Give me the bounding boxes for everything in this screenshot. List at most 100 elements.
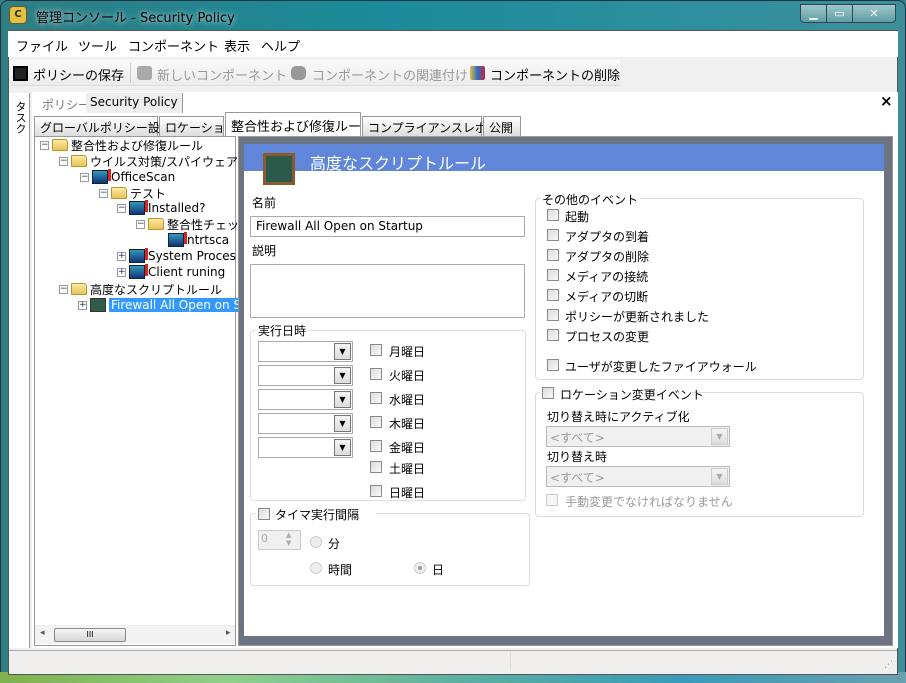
timer-checkbox[interactable] <box>258 508 270 520</box>
save-icon <box>13 66 28 81</box>
event-process-change-checkbox[interactable] <box>547 329 559 341</box>
event-policy-updated-checkbox[interactable] <box>547 309 559 321</box>
activate-select-value: <すべて> <box>550 431 605 445</box>
menu-component[interactable]: コンポーネント <box>128 36 219 55</box>
switch-select[interactable]: <すべて> ▼ <box>546 466 730 487</box>
event-adapter-arrival-checkbox[interactable] <box>547 229 559 241</box>
resize-grip-icon[interactable]: ⋰ <box>884 660 893 670</box>
new-component-button[interactable]: 新しいコンポーネント <box>157 65 287 84</box>
scroll-right-arrow[interactable]: ▸ <box>226 628 231 638</box>
friday-label: 金曜日 <box>389 441 426 455</box>
tab-global-policy[interactable]: グローバルポリシー設定 <box>34 116 172 136</box>
description-input[interactable] <box>250 264 525 318</box>
event-label: アダプタの到着 <box>565 230 650 244</box>
manual-change-checkbox[interactable] <box>546 494 558 506</box>
menu-file[interactable]: ファイル <box>16 36 68 55</box>
collapse-toggle[interactable]: − <box>136 219 145 229</box>
chevron-down-icon: ▼ <box>334 391 351 408</box>
other-events-label: その他のイベント <box>540 191 641 208</box>
event-startup-checkbox[interactable] <box>547 209 559 221</box>
schedule-time-select[interactable]: ▼ <box>258 365 353 386</box>
location-change-checkbox[interactable] <box>542 387 554 399</box>
expand-toggle[interactable]: + <box>78 300 87 310</box>
friday-checkbox[interactable] <box>370 440 382 452</box>
collapse-toggle[interactable]: − <box>99 188 108 198</box>
name-input[interactable]: Firewall All Open on Startup <box>250 216 525 237</box>
tree-node[interactable]: − Installed? <box>117 200 206 216</box>
tree-node[interactable]: − 高度なスクリプトルール <box>59 281 222 297</box>
maximize-button[interactable]: ▭ <box>826 4 853 23</box>
unit-minutes-radio[interactable] <box>310 536 322 548</box>
tree-node[interactable]: − 整合性および修復ルール <box>40 137 203 153</box>
tree-node[interactable]: + System Proces <box>117 248 236 264</box>
tree-node[interactable]: + Client runing <box>117 264 225 280</box>
event-user-firewall-checkbox[interactable] <box>547 359 559 371</box>
event-media-disconnect-checkbox[interactable] <box>547 289 559 301</box>
save-policy-button[interactable]: ポリシーの保存 <box>33 65 124 84</box>
policy-tab-security-policy[interactable]: Security Policy <box>86 93 183 113</box>
tab-compliance-report[interactable]: コンプライアンスレポート <box>362 116 511 136</box>
schedule-time-select[interactable]: ▼ <box>258 341 353 362</box>
collapse-toggle[interactable]: − <box>117 203 126 213</box>
unit-hours-radio[interactable] <box>310 562 322 574</box>
tree-node-selected[interactable]: + Firewall All Open on St <box>78 297 248 313</box>
scroll-thumb[interactable]: III <box>54 628 126 642</box>
collapse-toggle[interactable]: − <box>59 156 68 166</box>
minimize-button[interactable]: ▁ <box>800 4 827 23</box>
collapse-toggle[interactable]: − <box>80 172 89 182</box>
event-adapter-removal-checkbox[interactable] <box>547 249 559 261</box>
activate-select[interactable]: <すべて> ▼ <box>546 426 730 447</box>
schedule-time-select[interactable]: ▼ <box>258 437 353 458</box>
task-strip[interactable]: タスク <box>9 93 30 648</box>
tree-node[interactable]: − ウイルス対策/スパイウェアル <box>59 153 250 169</box>
thursday-label: 木曜日 <box>389 417 426 431</box>
event-media-connect-checkbox[interactable] <box>547 269 559 281</box>
tree-node-label: 整合性チェッ <box>167 217 240 232</box>
toolbar-separator <box>130 63 131 83</box>
menu-view[interactable]: 表示 <box>224 36 250 55</box>
sunday-checkbox[interactable] <box>370 485 382 497</box>
tree-node[interactable]: − 整合性チェッ <box>136 216 239 232</box>
rule-icon <box>129 264 148 279</box>
window-title: 管理コンソール - Security Policy <box>36 11 235 26</box>
tuesday-checkbox[interactable] <box>370 368 382 380</box>
timer-interval-spinner[interactable]: 0 <box>258 530 301 550</box>
folder-icon <box>52 139 68 151</box>
close-policy-button[interactable]: × <box>880 92 893 110</box>
delete-component-button[interactable]: コンポーネントの削除 <box>490 65 620 84</box>
scroll-left-arrow[interactable]: ◂ <box>40 628 45 638</box>
tuesday-label: 火曜日 <box>389 369 426 383</box>
tree-node[interactable]: − テスト <box>99 185 166 201</box>
schedule-time-select[interactable]: ▼ <box>258 389 353 410</box>
tree-node[interactable]: − OfficeScan <box>80 169 175 185</box>
menu-tools[interactable]: ツール <box>78 36 117 55</box>
expand-toggle[interactable]: + <box>117 251 126 261</box>
expand-toggle[interactable]: + <box>117 267 126 277</box>
location-change-label: ロケーション変更イベント <box>560 388 704 402</box>
event-label: メディアの接続 <box>565 270 649 284</box>
saturday-checkbox[interactable] <box>370 461 382 473</box>
tree-node-label: 整合性および修復ルール <box>71 138 204 153</box>
menu-help[interactable]: ヘルプ <box>261 36 300 55</box>
unit-days-radio[interactable] <box>414 562 426 574</box>
event-label: ポリシーが更新されました <box>565 310 710 324</box>
thursday-checkbox[interactable] <box>370 416 382 428</box>
close-button[interactable]: ✕ <box>852 4 896 23</box>
collapse-toggle[interactable]: − <box>40 140 49 150</box>
wednesday-checkbox[interactable] <box>370 392 382 404</box>
script-icon <box>90 298 106 312</box>
associate-component-button[interactable]: コンポーネントの関連付け <box>312 65 468 84</box>
script-rule-icon <box>263 153 295 185</box>
tab-location[interactable]: ロケーション <box>159 116 237 136</box>
tab-publish[interactable]: 公開 <box>483 116 521 136</box>
unit-days-label: 日 <box>432 563 445 577</box>
spinner-arrows-icon[interactable]: ▲ ▼ <box>286 531 291 547</box>
rule-icon <box>129 248 148 263</box>
associate-component-icon <box>291 66 306 80</box>
tree-node[interactable]: ntrtsca <box>168 232 229 248</box>
tab-integrity-rules[interactable]: 整合性および修復ルール <box>225 112 374 136</box>
tree-node-label: 高度なスクリプトルール <box>90 282 223 297</box>
collapse-toggle[interactable]: − <box>59 284 68 294</box>
monday-checkbox[interactable] <box>370 344 382 356</box>
schedule-time-select[interactable]: ▼ <box>258 413 353 434</box>
